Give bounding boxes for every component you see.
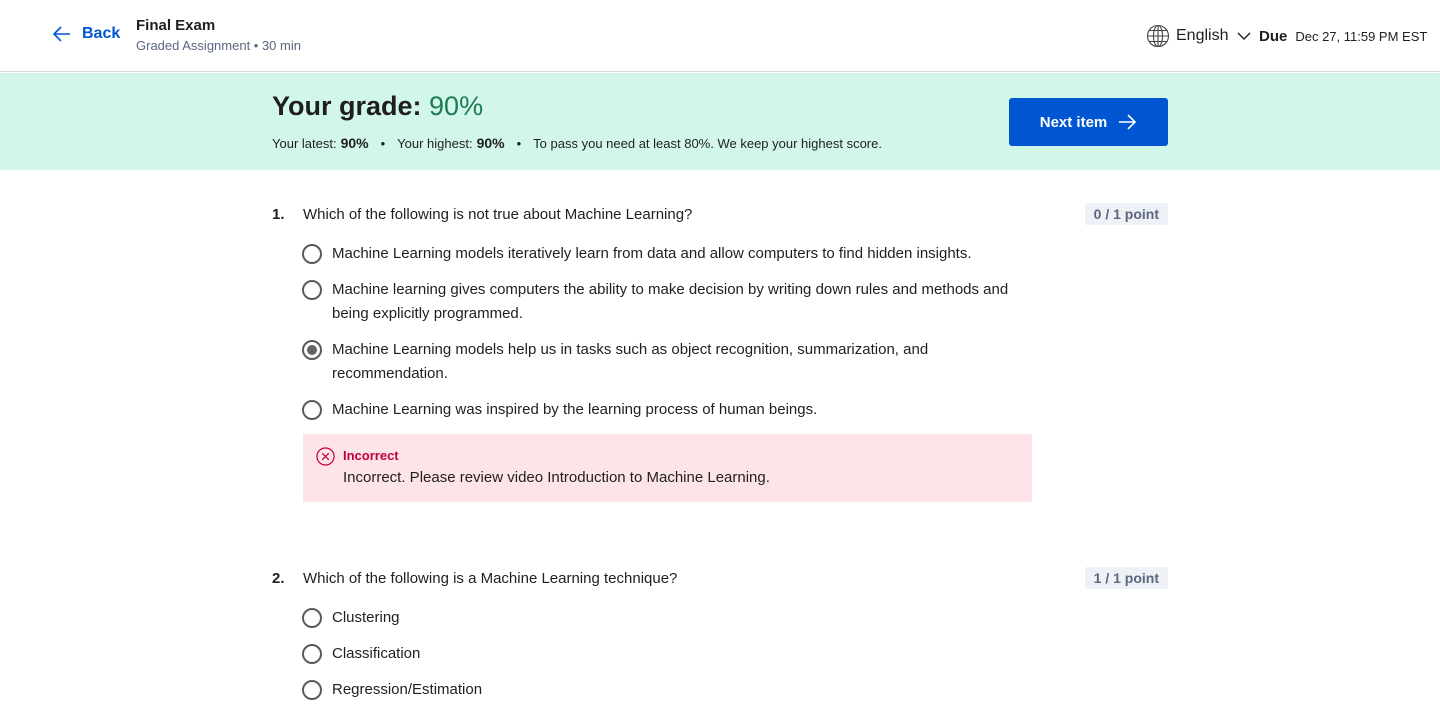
answer-option-selected[interactable]: Machine Learning models help us in tasks…: [302, 340, 1022, 386]
radio-button[interactable]: [302, 608, 322, 628]
option-label: Machine Learning was inspired by the lea…: [332, 401, 818, 418]
highest-value: 90%: [476, 135, 505, 151]
answer-option[interactable]: Regression/Estimation: [302, 680, 1022, 702]
grade-label: Your grade:: [272, 91, 422, 121]
answer-option[interactable]: Machine learning gives computers the abi…: [302, 280, 1022, 326]
option-label: Machine Learning models help us in tasks…: [332, 341, 929, 382]
arrow-right-icon: [1119, 114, 1137, 130]
option-label: Machine Learning models iteratively lear…: [332, 245, 972, 262]
feedback-message: Incorrect. Please review video Introduct…: [343, 469, 770, 486]
question-number: 2.: [272, 569, 285, 587]
question-header: 1. Which of the following is not true ab…: [272, 202, 1168, 226]
question-2: 2. Which of the following is a Machine L…: [272, 566, 1168, 706]
arrow-left-icon: [52, 26, 70, 42]
question-text: Which of the following is not true about…: [303, 205, 693, 223]
latest-value: 90%: [340, 135, 369, 151]
chevron-down-icon: [1237, 32, 1251, 40]
radio-button[interactable]: [302, 644, 322, 664]
due-value: Dec 27, 11:59 PM EST: [1295, 29, 1428, 44]
question-text: Which of the following is a Machine Lear…: [303, 569, 678, 587]
separator-dot: •: [380, 136, 386, 151]
feedback-incorrect: Incorrect Incorrect. Please review video…: [303, 434, 1032, 502]
answer-option[interactable]: Machine Learning models iteratively lear…: [302, 244, 1022, 266]
option-label: Classification: [332, 645, 421, 662]
highest-label: Your highest:: [397, 136, 473, 151]
back-label: Back: [82, 25, 121, 42]
question-header: 2. Which of the following is a Machine L…: [272, 566, 1168, 590]
points-badge: 1 / 1 point: [1084, 567, 1168, 589]
answer-option[interactable]: Clustering: [302, 608, 1022, 630]
top-bar: Back Final Exam Graded Assignment • 30 m…: [0, 0, 1440, 72]
radio-button[interactable]: [302, 400, 322, 420]
back-button[interactable]: Back: [52, 24, 120, 44]
feedback-heading: Incorrect: [343, 448, 399, 463]
option-label: Regression/Estimation: [332, 681, 483, 698]
grade-heading: Your grade: 90%: [272, 91, 483, 122]
points-badge: 0 / 1 point: [1084, 203, 1168, 225]
separator-dot: •: [516, 136, 522, 151]
pass-note: To pass you need at least 80%. We keep y…: [533, 136, 882, 151]
question-1: 1. Which of the following is not true ab…: [272, 202, 1168, 502]
grade-banner: Your grade: 90% Your latest: 90% • Your …: [0, 73, 1440, 170]
grade-value: 90%: [429, 91, 484, 121]
next-item-label: Next item: [1039, 113, 1108, 131]
page-title: Final Exam: [136, 17, 216, 34]
option-label: Clustering: [332, 609, 400, 626]
latest-label: Your latest:: [272, 136, 337, 151]
page-subtitle: Graded Assignment • 30 min: [136, 38, 301, 53]
radio-button[interactable]: [302, 680, 322, 700]
language-label: English: [1176, 27, 1229, 44]
globe-icon: [1146, 24, 1170, 48]
answer-option[interactable]: Machine Learning was inspired by the lea…: [302, 400, 1022, 422]
next-item-button[interactable]: Next item: [1009, 98, 1168, 146]
option-label: Machine learning gives computers the abi…: [332, 281, 1009, 322]
radio-button[interactable]: [302, 280, 322, 300]
assignment-title-block: Final Exam Graded Assignment • 30 min: [136, 17, 301, 53]
radio-button-selected[interactable]: [302, 340, 322, 360]
due-label: Due: [1259, 28, 1288, 45]
error-circle-x-icon: [316, 447, 335, 466]
grade-summary: Your latest: 90% • Your highest: 90% • T…: [272, 135, 882, 151]
question-number: 1.: [272, 205, 285, 223]
language-selector[interactable]: English: [1146, 24, 1252, 48]
due-date: Due Dec 27, 11:59 PM EST: [1259, 28, 1427, 45]
radio-button[interactable]: [302, 244, 322, 264]
answer-option[interactable]: Classification: [302, 644, 1022, 666]
